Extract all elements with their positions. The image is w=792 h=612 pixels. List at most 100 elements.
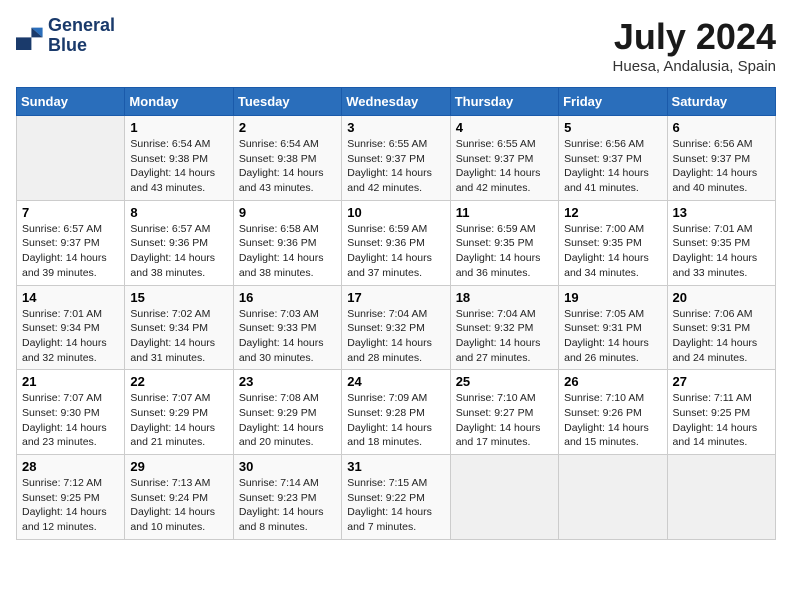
day-info: Sunrise: 6:59 AM Sunset: 9:36 PM Dayligh… xyxy=(347,222,444,281)
day-cell: 7 Sunrise: 6:57 AM Sunset: 9:37 PM Daylig… xyxy=(17,200,125,285)
day-cell: 20 Sunrise: 7:06 AM Sunset: 9:31 PM Dayli… xyxy=(667,285,775,370)
day-cell: 18 Sunrise: 7:04 AM Sunset: 9:32 PM Dayli… xyxy=(450,285,558,370)
day-number: 31 xyxy=(347,459,444,474)
day-info: Sunrise: 6:56 AM Sunset: 9:37 PM Dayligh… xyxy=(564,137,661,196)
day-cell: 2 Sunrise: 6:54 AM Sunset: 9:38 PM Daylig… xyxy=(233,116,341,201)
day-info: Sunrise: 7:07 AM Sunset: 9:30 PM Dayligh… xyxy=(22,391,119,450)
day-info: Sunrise: 6:55 AM Sunset: 9:37 PM Dayligh… xyxy=(456,137,553,196)
day-cell: 1 Sunrise: 6:54 AM Sunset: 9:38 PM Daylig… xyxy=(125,116,233,201)
day-cell: 11Sunrise: 6:59 AM Sunset: 9:35 PM Dayli… xyxy=(450,200,558,285)
day-number: 26 xyxy=(564,374,661,389)
day-number: 16 xyxy=(239,290,336,305)
day-number: 15 xyxy=(130,290,227,305)
day-cell: 22Sunrise: 7:07 AM Sunset: 9:29 PM Dayli… xyxy=(125,370,233,455)
day-info: Sunrise: 6:57 AM Sunset: 9:37 PM Dayligh… xyxy=(22,222,119,281)
logo-line2: Blue xyxy=(48,36,115,56)
day-info: Sunrise: 7:13 AM Sunset: 9:24 PM Dayligh… xyxy=(130,476,227,535)
day-number: 14 xyxy=(22,290,119,305)
day-cell: 6 Sunrise: 6:56 AM Sunset: 9:37 PM Daylig… xyxy=(667,116,775,201)
day-number: 11 xyxy=(456,205,553,220)
day-info: Sunrise: 7:04 AM Sunset: 9:32 PM Dayligh… xyxy=(456,307,553,366)
day-info: Sunrise: 7:09 AM Sunset: 9:28 PM Dayligh… xyxy=(347,391,444,450)
page-header: General Blue July 2024 Huesa, Andalusia,… xyxy=(16,16,776,75)
day-cell xyxy=(17,116,125,201)
day-info: Sunrise: 7:04 AM Sunset: 9:32 PM Dayligh… xyxy=(347,307,444,366)
day-number: 13 xyxy=(673,205,770,220)
day-cell: 30Sunrise: 7:14 AM Sunset: 9:23 PM Dayli… xyxy=(233,455,341,540)
day-cell: 17 Sunrise: 7:04 AM Sunset: 9:32 PM Dayli… xyxy=(342,285,450,370)
title-block: July 2024 Huesa, Andalusia, Spain xyxy=(613,16,776,75)
day-number: 6 xyxy=(673,120,770,135)
day-info: Sunrise: 7:06 AM Sunset: 9:31 PM Dayligh… xyxy=(673,307,770,366)
day-number: 8 xyxy=(130,205,227,220)
header-row: Sunday Monday Tuesday Wednesday Thursday… xyxy=(17,88,776,116)
day-number: 20 xyxy=(673,290,770,305)
day-cell: 29 Sunrise: 7:13 AM Sunset: 9:24 PM Dayli… xyxy=(125,455,233,540)
day-number: 24 xyxy=(347,374,444,389)
day-cell: 14 Sunrise: 7:01 AM Sunset: 9:34 PM Dayli… xyxy=(17,285,125,370)
day-cell xyxy=(667,455,775,540)
day-number: 18 xyxy=(456,290,553,305)
week-row-2: 7 Sunrise: 6:57 AM Sunset: 9:37 PM Daylig… xyxy=(17,200,776,285)
day-info: Sunrise: 7:10 AM Sunset: 9:26 PM Dayligh… xyxy=(564,391,661,450)
day-cell: 31 Sunrise: 7:15 AM Sunset: 9:22 PM Dayli… xyxy=(342,455,450,540)
day-cell xyxy=(450,455,558,540)
day-number: 2 xyxy=(239,120,336,135)
day-cell: 25 Sunrise: 7:10 AM Sunset: 9:27 PM Dayli… xyxy=(450,370,558,455)
day-number: 29 xyxy=(130,459,227,474)
day-info: Sunrise: 6:54 AM Sunset: 9:38 PM Dayligh… xyxy=(130,137,227,196)
day-info: Sunrise: 7:15 AM Sunset: 9:22 PM Dayligh… xyxy=(347,476,444,535)
day-cell: 13Sunrise: 7:01 AM Sunset: 9:35 PM Dayli… xyxy=(667,200,775,285)
day-cell: 5 Sunrise: 6:56 AM Sunset: 9:37 PM Daylig… xyxy=(559,116,667,201)
week-row-4: 21 Sunrise: 7:07 AM Sunset: 9:30 PM Dayli… xyxy=(17,370,776,455)
day-number: 19 xyxy=(564,290,661,305)
day-cell: 9 Sunrise: 6:58 AM Sunset: 9:36 PM Daylig… xyxy=(233,200,341,285)
calendar-table: Sunday Monday Tuesday Wednesday Thursday… xyxy=(16,87,776,540)
day-number: 17 xyxy=(347,290,444,305)
day-cell: 23 Sunrise: 7:08 AM Sunset: 9:29 PM Dayli… xyxy=(233,370,341,455)
day-number: 5 xyxy=(564,120,661,135)
day-number: 1 xyxy=(130,120,227,135)
day-info: Sunrise: 7:03 AM Sunset: 9:33 PM Dayligh… xyxy=(239,307,336,366)
day-info: Sunrise: 7:05 AM Sunset: 9:31 PM Dayligh… xyxy=(564,307,661,366)
day-info: Sunrise: 7:10 AM Sunset: 9:27 PM Dayligh… xyxy=(456,391,553,450)
day-cell: 3Sunrise: 6:55 AM Sunset: 9:37 PM Daylig… xyxy=(342,116,450,201)
col-thursday: Thursday xyxy=(450,88,558,116)
location: Huesa, Andalusia, Spain xyxy=(613,58,776,75)
day-cell: 26 Sunrise: 7:10 AM Sunset: 9:26 PM Dayli… xyxy=(559,370,667,455)
col-wednesday: Wednesday xyxy=(342,88,450,116)
day-info: Sunrise: 7:07 AM Sunset: 9:29 PM Dayligh… xyxy=(130,391,227,450)
day-info: Sunrise: 6:56 AM Sunset: 9:37 PM Dayligh… xyxy=(673,137,770,196)
col-friday: Friday xyxy=(559,88,667,116)
day-cell: 8Sunrise: 6:57 AM Sunset: 9:36 PM Daylig… xyxy=(125,200,233,285)
day-cell: 10 Sunrise: 6:59 AM Sunset: 9:36 PM Dayli… xyxy=(342,200,450,285)
logo-icon xyxy=(16,22,44,50)
calendar-body: 1 Sunrise: 6:54 AM Sunset: 9:38 PM Daylig… xyxy=(17,116,776,540)
day-info: Sunrise: 6:58 AM Sunset: 9:36 PM Dayligh… xyxy=(239,222,336,281)
day-number: 4 xyxy=(456,120,553,135)
col-sunday: Sunday xyxy=(17,88,125,116)
day-number: 21 xyxy=(22,374,119,389)
day-number: 27 xyxy=(673,374,770,389)
day-info: Sunrise: 7:00 AM Sunset: 9:35 PM Dayligh… xyxy=(564,222,661,281)
logo-text: General Blue xyxy=(48,16,115,56)
day-number: 23 xyxy=(239,374,336,389)
day-info: Sunrise: 6:54 AM Sunset: 9:38 PM Dayligh… xyxy=(239,137,336,196)
day-info: Sunrise: 7:14 AM Sunset: 9:23 PM Dayligh… xyxy=(239,476,336,535)
day-number: 9 xyxy=(239,205,336,220)
day-info: Sunrise: 7:01 AM Sunset: 9:34 PM Dayligh… xyxy=(22,307,119,366)
day-number: 7 xyxy=(22,205,119,220)
day-cell: 24 Sunrise: 7:09 AM Sunset: 9:28 PM Dayli… xyxy=(342,370,450,455)
logo-line1: General xyxy=(48,16,115,36)
day-info: Sunrise: 7:08 AM Sunset: 9:29 PM Dayligh… xyxy=(239,391,336,450)
calendar-header: Sunday Monday Tuesday Wednesday Thursday… xyxy=(17,88,776,116)
day-cell: 16 Sunrise: 7:03 AM Sunset: 9:33 PM Dayli… xyxy=(233,285,341,370)
week-row-5: 28Sunrise: 7:12 AM Sunset: 9:25 PM Dayli… xyxy=(17,455,776,540)
day-number: 10 xyxy=(347,205,444,220)
col-saturday: Saturday xyxy=(667,88,775,116)
day-number: 25 xyxy=(456,374,553,389)
day-info: Sunrise: 6:55 AM Sunset: 9:37 PM Dayligh… xyxy=(347,137,444,196)
day-cell: 21 Sunrise: 7:07 AM Sunset: 9:30 PM Dayli… xyxy=(17,370,125,455)
logo: General Blue xyxy=(16,16,115,56)
day-number: 28 xyxy=(22,459,119,474)
